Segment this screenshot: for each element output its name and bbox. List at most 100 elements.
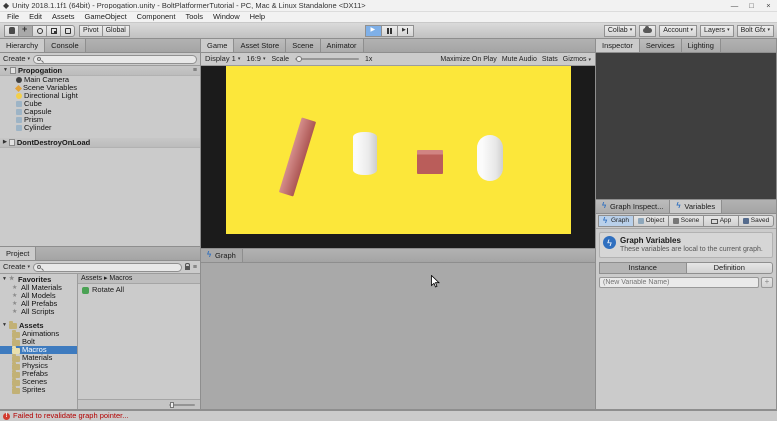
- variable-scope-button[interactable]: Saved: [738, 215, 774, 227]
- panel-tab[interactable]: Project: [0, 247, 36, 260]
- variable-scope-button[interactable]: Object: [633, 215, 669, 227]
- gizmos-dropdown[interactable]: Gizmos ▾: [563, 56, 591, 63]
- light-icon: [16, 93, 22, 99]
- maximize-on-play-toggle[interactable]: Maximize On Play: [440, 56, 496, 63]
- folder-item[interactable]: Animations: [0, 330, 77, 338]
- variable-scope-button[interactable]: Scene: [668, 215, 704, 227]
- panel-tab[interactable]: Inspector: [596, 39, 640, 52]
- cloud-icon: [643, 28, 652, 33]
- variable-scope-button[interactable]: App: [703, 215, 739, 227]
- scope-label: Graph: [611, 218, 629, 225]
- menu-item[interactable]: Component: [132, 12, 181, 22]
- toolbar-right: Collab ▾ Account ▾ Layers ▾ Bolt Gfx ▾: [604, 25, 773, 37]
- pivot-toggle-label: Pivot: [83, 27, 99, 34]
- caret-down-icon: ▾: [767, 28, 770, 33]
- star-icon: [12, 301, 19, 308]
- play-control-button[interactable]: [381, 25, 398, 37]
- project-file-item[interactable]: Rotate All: [78, 285, 200, 295]
- hierarchy-tree: Main Camera Scene Variables Directional …: [0, 76, 200, 132]
- panel-tab[interactable]: Game: [201, 39, 234, 52]
- hierarchy-search-input[interactable]: [43, 56, 193, 63]
- menu-item[interactable]: GameObject: [80, 12, 132, 22]
- foldout-open-icon[interactable]: ▼: [2, 323, 7, 328]
- menu-item[interactable]: Assets: [47, 12, 80, 22]
- menu-item[interactable]: Edit: [24, 12, 47, 22]
- display-dropdown[interactable]: Display 1 ▾: [205, 55, 240, 63]
- pivot-toggle-button[interactable]: Pivot: [79, 25, 103, 37]
- folders-list: Animations Bolt Macros: [0, 330, 77, 394]
- space-toggle-button[interactable]: Global: [102, 25, 130, 37]
- assets-label: Assets: [19, 322, 44, 330]
- menu-item[interactable]: Window: [208, 12, 245, 22]
- project-create-button[interactable]: Create ▾: [3, 263, 30, 271]
- add-variable-button[interactable]: +: [761, 277, 773, 288]
- foldout-open-icon[interactable]: ▼: [2, 277, 7, 282]
- menu-item[interactable]: Help: [245, 12, 270, 22]
- folder-item[interactable]: Sprites: [0, 386, 77, 394]
- appscope-icon: [711, 219, 718, 224]
- panel-tab[interactable]: Graph Inspect...: [596, 200, 670, 213]
- lock-icon[interactable]: [185, 266, 190, 270]
- new-variable-input[interactable]: [599, 277, 759, 288]
- step-icon: [402, 28, 408, 34]
- gizmos-label: Gizmos: [563, 56, 587, 63]
- variable-scope-button[interactable]: Graph: [598, 215, 634, 227]
- toolbar-dropdown-button[interactable]: Account ▾: [659, 25, 697, 37]
- graph-canvas[interactable]: [201, 263, 595, 409]
- foldout-open-icon[interactable]: ▼: [3, 68, 8, 73]
- collab-button[interactable]: Collab ▾: [604, 25, 636, 37]
- toolbar-dropdown-button[interactable]: Bolt Gfx ▾: [737, 25, 774, 37]
- transform-tool-button[interactable]: [46, 25, 61, 37]
- scene-header-dontdestroyonload[interactable]: ▶ DontDestroyOnLoad: [0, 138, 200, 148]
- panel-tab[interactable]: Scene: [286, 39, 320, 52]
- rect-icon: [65, 28, 71, 34]
- transform-tool-button[interactable]: [32, 25, 47, 37]
- scene-name: DontDestroyOnLoad: [17, 139, 90, 147]
- panel-menu-icon[interactable]: ≡: [193, 264, 197, 271]
- variable-mode-tab[interactable]: Definition: [686, 262, 774, 274]
- transform-tool-button[interactable]: [18, 25, 33, 37]
- aspect-dropdown[interactable]: 16:9 ▾: [246, 55, 265, 63]
- scale-slider[interactable]: [295, 58, 359, 60]
- project-breadcrumb[interactable]: Assets ▸ Macros: [78, 274, 200, 284]
- foldout-closed-icon[interactable]: ▶: [3, 140, 7, 145]
- scale-icon: [51, 28, 57, 34]
- project-search-input[interactable]: [43, 264, 178, 271]
- hierarchy-create-button[interactable]: Create ▾: [3, 55, 30, 63]
- mute-audio-toggle[interactable]: Mute Audio: [502, 56, 537, 63]
- maximize-button[interactable]: □: [743, 0, 760, 11]
- close-button[interactable]: ×: [760, 0, 777, 11]
- panel-tab[interactable]: Console: [45, 39, 86, 52]
- menu-item[interactable]: File: [2, 12, 24, 22]
- toolbar-dropdown-button[interactable]: Layers ▾: [700, 25, 734, 37]
- transform-tool-button[interactable]: [60, 25, 75, 37]
- game-tabbar: GameAsset StoreSceneAnimator: [201, 39, 595, 53]
- aspect-label: 16:9: [246, 55, 261, 63]
- star-icon: [12, 309, 19, 316]
- panel-tab[interactable]: Animator: [321, 39, 364, 52]
- hierarchy-search[interactable]: [33, 55, 197, 64]
- stats-toggle[interactable]: Stats: [542, 56, 558, 63]
- scene-context-menu-icon[interactable]: ≡: [193, 67, 197, 74]
- project-search[interactable]: [33, 263, 182, 272]
- panel-tab[interactable]: Asset Store: [234, 39, 286, 52]
- panel-tab[interactable]: Hierarchy: [0, 39, 45, 52]
- minimize-button[interactable]: —: [726, 0, 743, 11]
- panel-tab[interactable]: Services: [640, 39, 682, 52]
- play-control-button[interactable]: [397, 25, 414, 37]
- transform-tool-button[interactable]: [4, 25, 19, 37]
- variable-mode-tab[interactable]: Instance: [599, 262, 687, 274]
- status-bar[interactable]: Failed to revalidate graph pointer...: [0, 410, 777, 421]
- menu-item[interactable]: Tools: [180, 12, 208, 22]
- hierarchy-item-label: Cylinder: [24, 124, 52, 132]
- cloud-services-button[interactable]: [639, 25, 656, 37]
- hierarchy-item[interactable]: Cylinder: [0, 124, 200, 132]
- panel-tab[interactable]: Graph: [201, 249, 243, 262]
- favorite-item[interactable]: All Scripts: [0, 308, 77, 316]
- icon-size-slider[interactable]: [169, 404, 195, 406]
- scale-slider-knob[interactable]: [296, 56, 302, 62]
- panel-tab[interactable]: Variables: [670, 200, 722, 213]
- slider-knob[interactable]: [170, 402, 174, 408]
- panel-tab[interactable]: Lighting: [682, 39, 721, 52]
- play-control-button[interactable]: [365, 25, 382, 37]
